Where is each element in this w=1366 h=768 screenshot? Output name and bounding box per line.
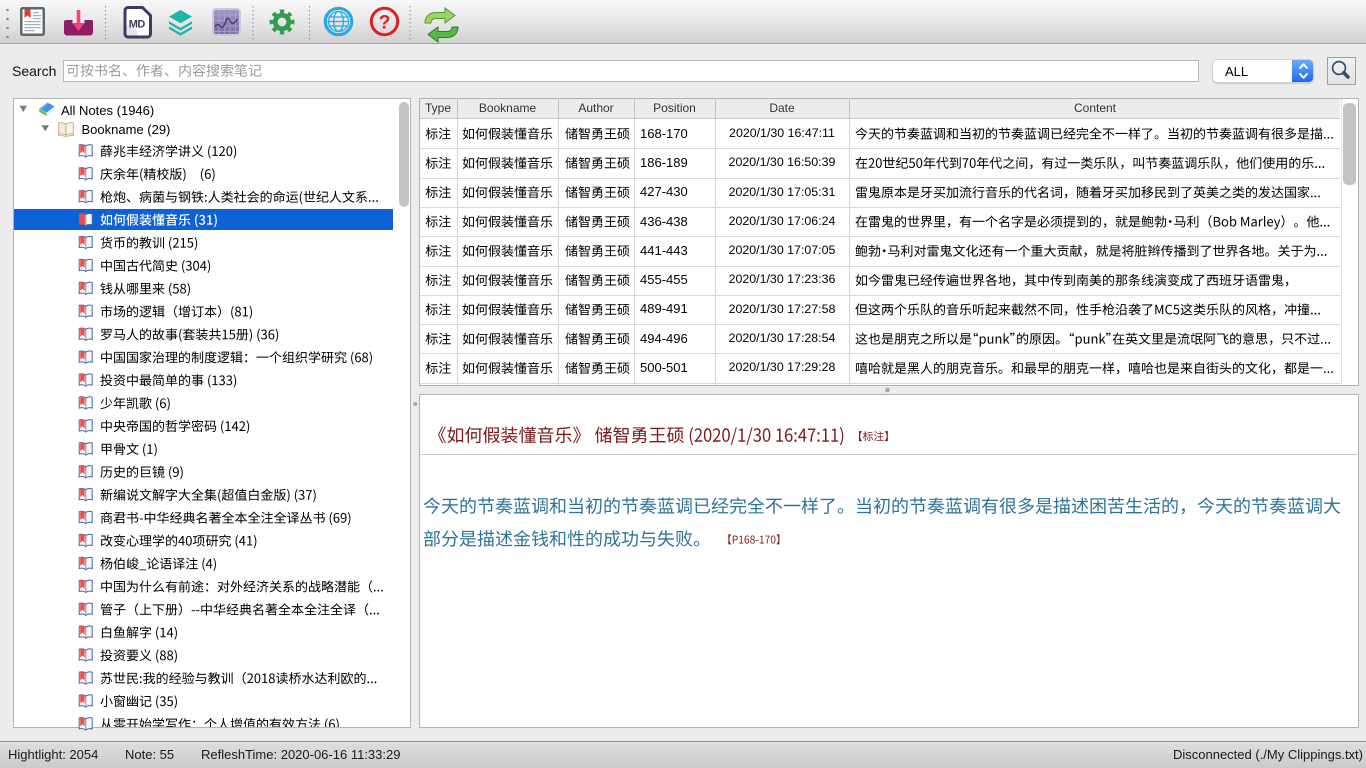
svg-text:?: ? — [379, 13, 391, 34]
svg-text:MD: MD — [129, 19, 146, 31]
